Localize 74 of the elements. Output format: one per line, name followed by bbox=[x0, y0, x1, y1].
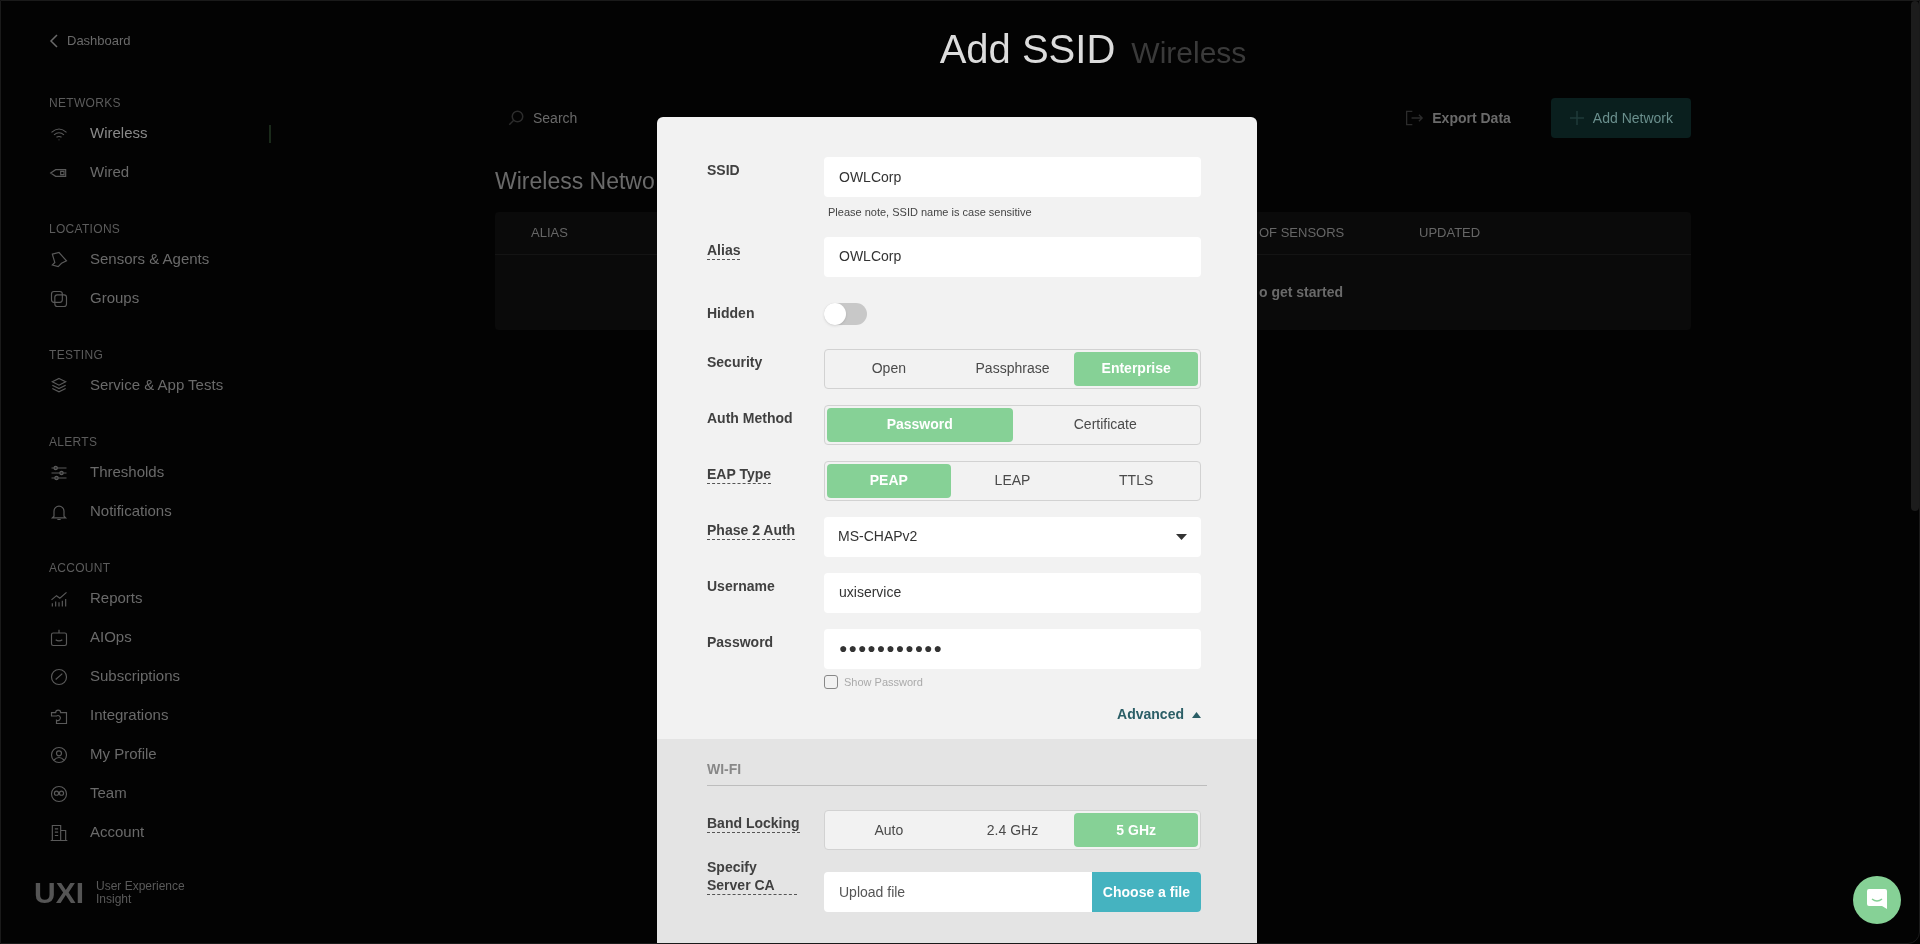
dropdown-field[interactable]: MS-CHAPv2 bbox=[824, 516, 1201, 557]
caret-up-icon bbox=[1192, 711, 1201, 718]
field-label: Username bbox=[707, 576, 775, 596]
section-heading: NETWORKS bbox=[49, 94, 121, 112]
segment-option[interactable]: LEAP bbox=[950, 463, 1075, 498]
file-upload-field[interactable]: Upload file Choose a file bbox=[824, 872, 1201, 912]
field-label: SSID bbox=[707, 161, 740, 180]
field-label: Specify Server CA bbox=[707, 858, 797, 895]
text-field[interactable]: OWLCorp bbox=[824, 157, 1201, 197]
advanced-toggle[interactable]: Advanced bbox=[1117, 704, 1201, 725]
section-heading: WI-FI bbox=[707, 761, 742, 777]
search-field[interactable]: Search bbox=[495, 98, 795, 138]
building-icon bbox=[49, 822, 69, 843]
page-title: Add SSID bbox=[939, 26, 1116, 73]
section-heading: TESTING bbox=[49, 346, 104, 364]
sidebar-item[interactable]: Groups bbox=[49, 281, 267, 316]
sidebar-item[interactable]: Integrations bbox=[49, 698, 267, 733]
section-heading: LOCATIONS bbox=[49, 220, 121, 238]
chat-button[interactable] bbox=[1853, 876, 1901, 924]
sidebar-item[interactable]: My Profile bbox=[49, 737, 267, 772]
caret-down-icon bbox=[1176, 533, 1187, 540]
export-icon bbox=[1404, 109, 1425, 127]
field-label: EAP Type bbox=[707, 464, 772, 484]
scrollbar[interactable] bbox=[1911, 1, 1919, 511]
sidebar-item[interactable]: Sensors & Agents bbox=[49, 242, 267, 277]
plus-icon bbox=[1568, 110, 1585, 126]
section-heading: ALERTS bbox=[49, 433, 98, 451]
segment-option[interactable]: Auto bbox=[827, 813, 951, 847]
segment-option[interactable]: TTLS bbox=[1074, 463, 1198, 498]
choose-file-button[interactable]: Choose a file bbox=[1091, 872, 1201, 912]
sidebar-item[interactable]: Notifications bbox=[49, 494, 267, 529]
field-label: Hidden bbox=[707, 303, 755, 323]
field-label: Security bbox=[707, 352, 763, 372]
field-label: Password bbox=[707, 632, 774, 652]
sidebar-item[interactable]: Thresholds bbox=[49, 455, 267, 490]
text-field[interactable]: uxiservice bbox=[824, 572, 1201, 613]
group-icon bbox=[49, 783, 69, 804]
hidden-toggle[interactable] bbox=[824, 302, 867, 325]
chat-icon bbox=[1866, 888, 1888, 912]
field-label: Auth Method bbox=[707, 408, 793, 428]
segment-option[interactable]: Certificate bbox=[1012, 407, 1198, 442]
sidebar-item[interactable]: Wired bbox=[49, 155, 267, 190]
export-button[interactable]: Export Data bbox=[1404, 107, 1511, 129]
segment-option[interactable]: Passphrase bbox=[950, 351, 1075, 386]
sidebar-item[interactable]: Subscriptions bbox=[49, 659, 267, 694]
show-password-checkbox[interactable]: Show Password bbox=[824, 673, 923, 690]
password-field[interactable]: ●●●●●●●●●●● bbox=[824, 628, 1201, 669]
field-label: Phase 2 Auth bbox=[707, 520, 796, 540]
sidebar-item[interactable]: Reports bbox=[49, 581, 267, 616]
helper-text: Please note, SSID name is case sensitive bbox=[828, 205, 1032, 220]
sidebar-item[interactable]: Service & App Tests bbox=[49, 368, 267, 403]
logo-mark: UXI bbox=[34, 875, 84, 911]
search-icon bbox=[507, 109, 525, 127]
sidebar-item[interactable]: Team bbox=[49, 776, 267, 811]
segment-option[interactable]: 2.4 GHz bbox=[950, 813, 1075, 847]
section-heading: ACCOUNT bbox=[49, 559, 111, 577]
empty-message: o get started bbox=[1259, 283, 1343, 302]
robot-icon bbox=[49, 627, 69, 648]
sidebar-item[interactable]: AIOps bbox=[49, 620, 267, 655]
column-header[interactable]: UPDATED bbox=[1419, 223, 1481, 243]
column-header[interactable]: OF SENSORS bbox=[1259, 223, 1419, 243]
field-label: Alias bbox=[707, 240, 741, 260]
add-network-button[interactable]: Add Network bbox=[1550, 98, 1691, 138]
stacked-squares-icon bbox=[49, 288, 69, 309]
chevron-left-icon bbox=[49, 33, 59, 48]
segment-option[interactable]: Open bbox=[827, 351, 951, 386]
logo-tagline: Insight bbox=[96, 892, 132, 906]
logo-tagline: User Experience bbox=[96, 879, 185, 893]
text-field[interactable]: OWLCorp bbox=[824, 236, 1201, 277]
back-link[interactable]: Dashboard bbox=[49, 31, 131, 51]
section-heading: Wireless Netwo bbox=[495, 167, 655, 196]
field-label: Band Locking bbox=[707, 814, 800, 833]
sidebar-item[interactable]: Account bbox=[49, 815, 267, 850]
user-circle-icon bbox=[49, 744, 69, 765]
